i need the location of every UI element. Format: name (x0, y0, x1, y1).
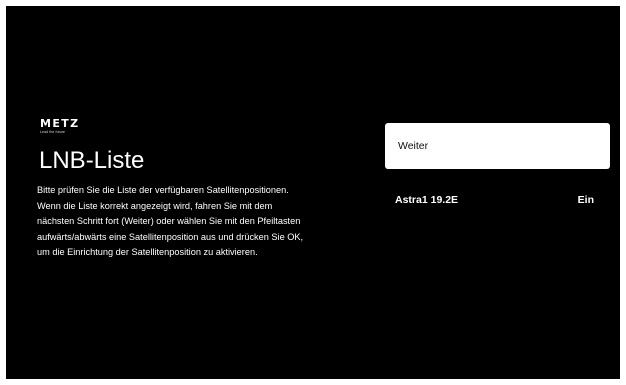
next-button-label: Weiter (398, 140, 429, 152)
brand-tagline: Lead the future (40, 130, 66, 134)
satellite-name: Astra1 19.2E (395, 194, 459, 206)
brand-logo: METZ Lead the future (40, 118, 80, 134)
satellite-status: Ein (577, 194, 594, 206)
brand-name: METZ (40, 117, 80, 130)
next-button[interactable]: Weiter (385, 123, 610, 169)
satellite-list-item[interactable]: Astra1 19.2E Ein (385, 186, 610, 214)
tv-screen: METZ Lead the future LNB-Liste Bitte prü… (6, 6, 620, 379)
instructions-text: Bitte prüfen Sie die Liste der verfügbar… (37, 185, 304, 258)
page-title: LNB-Liste (39, 147, 145, 174)
